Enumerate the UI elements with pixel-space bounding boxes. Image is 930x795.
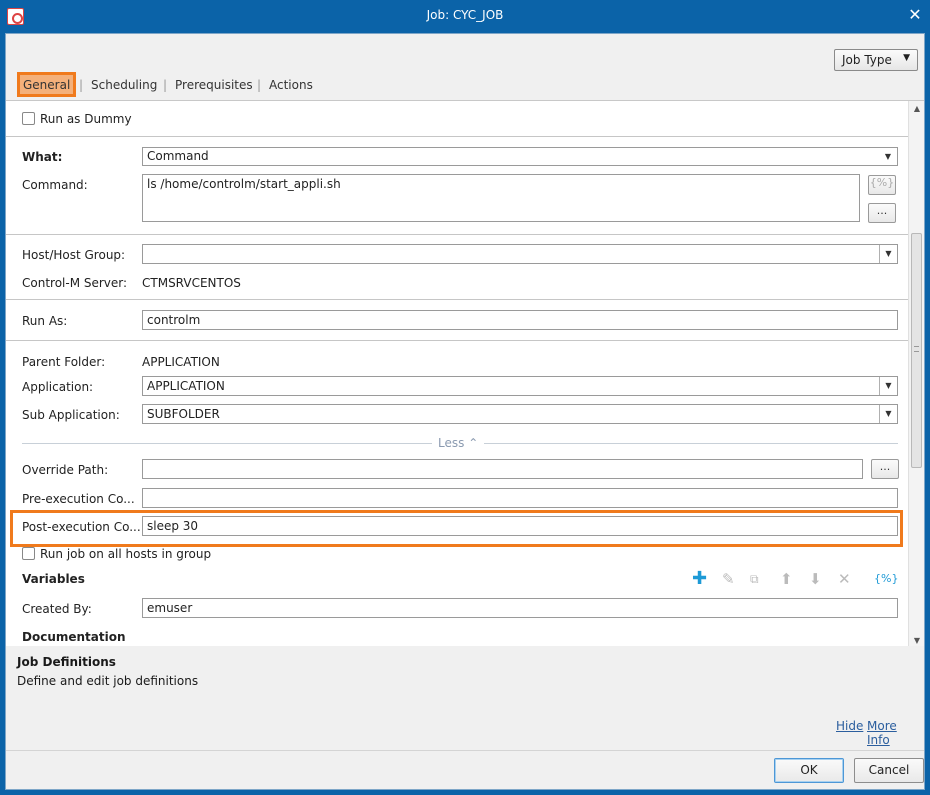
command-more-button[interactable]: ... (868, 203, 896, 223)
what-label: What: (22, 150, 63, 164)
application-value: APPLICATION (147, 379, 225, 393)
delete-icon[interactable]: ✕ (838, 571, 851, 587)
tab-separator: | (79, 78, 84, 92)
parent-folder-label: Parent Folder: (22, 355, 106, 369)
override-path-more-button[interactable]: ... (871, 459, 899, 479)
job-type-label: Job Type (842, 53, 892, 67)
created-by-input[interactable]: emuser (142, 598, 898, 618)
footer-divider (6, 750, 924, 751)
run-as-dummy-label: Run as Dummy (40, 112, 132, 126)
created-by-value: emuser (147, 601, 193, 615)
job-type-button[interactable]: Job Type ▼ (834, 49, 918, 71)
run-as-input[interactable]: controlm (142, 310, 898, 330)
override-path-input[interactable] (142, 459, 863, 479)
run-as-label: Run As: (22, 314, 68, 328)
scroll-grip (914, 346, 919, 352)
vertical-scrollbar[interactable]: ▲ ▼ (908, 101, 924, 646)
tab-separator: | (163, 78, 168, 92)
tab-general[interactable]: General (17, 72, 77, 97)
close-icon[interactable]: ✕ (906, 5, 924, 25)
command-label: Command: (22, 178, 88, 192)
server-label: Control-M Server: (22, 276, 128, 290)
help-title: Job Definitions (17, 655, 116, 669)
tab-scheduling[interactable]: Scheduling (91, 78, 157, 92)
title-bar: Job: CYC_JOB ✕ (0, 0, 930, 33)
documentation-label: Documentation (22, 630, 126, 644)
created-by-label: Created By: (22, 602, 92, 616)
chevron-down-icon: ▼ (879, 405, 897, 423)
chevron-up-icon: ⌃ (468, 436, 479, 450)
command-input[interactable]: ls /home/controlm/start_appli.sh (142, 174, 860, 222)
variables-label: Variables (22, 572, 85, 586)
variables-toolbar: ✚ ✎ ⧉ ⬆ ⬇ ✕ {%} (690, 570, 900, 589)
command-variables-button[interactable]: {%} (868, 175, 896, 195)
scroll-up-icon[interactable]: ▲ (912, 104, 922, 113)
copy-icon[interactable]: ⧉ (750, 571, 759, 587)
sub-application-label: Sub Application: (22, 408, 120, 422)
application-label: Application: (22, 380, 94, 394)
sub-application-value: SUBFOLDER (147, 407, 220, 421)
server-value: CTMSRVCENTOS (142, 276, 241, 290)
host-group-label: Host/Host Group: (22, 248, 126, 262)
command-value: ls /home/controlm/start_appli.sh (147, 177, 341, 191)
window-title: Job: CYC_JOB (426, 8, 504, 22)
variables-button[interactable]: {%} (874, 571, 898, 587)
more-info-link[interactable]: More Info (867, 719, 917, 747)
run-on-all-hosts-checkbox[interactable] (22, 547, 35, 560)
run-as-dummy-checkbox[interactable] (22, 112, 35, 125)
override-path-label: Override Path: (22, 463, 109, 477)
divider (6, 136, 908, 137)
tab-actions[interactable]: Actions (269, 78, 313, 92)
application-select[interactable]: APPLICATION ▼ (142, 376, 898, 396)
job-dialog: Job Type ▼ General | Scheduling | Prereq… (5, 33, 925, 790)
pre-exec-label: Pre-execution Co... (22, 492, 135, 506)
what-select[interactable]: Command ▼ (142, 147, 898, 166)
tab-separator: | (257, 78, 262, 92)
hide-link[interactable]: Hide (836, 719, 863, 733)
less-label: Less (438, 436, 465, 450)
post-exec-input[interactable]: sleep 30 (142, 516, 898, 536)
pre-exec-input[interactable] (142, 488, 898, 508)
host-group-select[interactable]: ▼ (142, 244, 898, 264)
general-form: Run as Dummy What: Command ▼ Command: ls… (6, 100, 924, 646)
run-as-value: controlm (147, 313, 201, 327)
chevron-down-icon: ▼ (879, 377, 897, 395)
dialog-header: Job Type ▼ General | Scheduling | Prereq… (6, 34, 924, 100)
tab-prerequisites[interactable]: Prerequisites (175, 78, 253, 92)
help-description: Define and edit job definitions (17, 674, 199, 688)
divider (6, 340, 908, 341)
arrow-down-icon[interactable]: ⬇ (809, 571, 822, 587)
plus-icon[interactable]: ✚ (692, 570, 707, 588)
help-panel: Job Definitions Define and edit job defi… (13, 648, 917, 747)
arrow-up-icon[interactable]: ⬆ (780, 571, 793, 587)
run-on-all-hosts-label: Run job on all hosts in group (40, 547, 212, 561)
sub-application-select[interactable]: SUBFOLDER ▼ (142, 404, 898, 424)
divider (6, 234, 908, 235)
pencil-icon[interactable]: ✎ (722, 571, 735, 587)
cancel-button[interactable]: Cancel (854, 758, 924, 783)
less-toggle[interactable]: Less ⌃ (432, 436, 485, 450)
scroll-down-icon[interactable]: ▼ (912, 636, 922, 645)
post-exec-label: Post-execution Co... (22, 520, 141, 534)
post-exec-value: sleep 30 (147, 519, 199, 533)
what-value: Command (147, 149, 209, 163)
parent-folder-value: APPLICATION (142, 355, 220, 369)
chevron-down-icon: ▼ (884, 152, 892, 161)
divider (6, 299, 908, 300)
ok-button[interactable]: OK (774, 758, 844, 783)
chevron-down-icon: ▼ (879, 245, 897, 263)
caret-down-icon: ▼ (903, 53, 910, 63)
scroll-thumb[interactable] (911, 233, 922, 468)
